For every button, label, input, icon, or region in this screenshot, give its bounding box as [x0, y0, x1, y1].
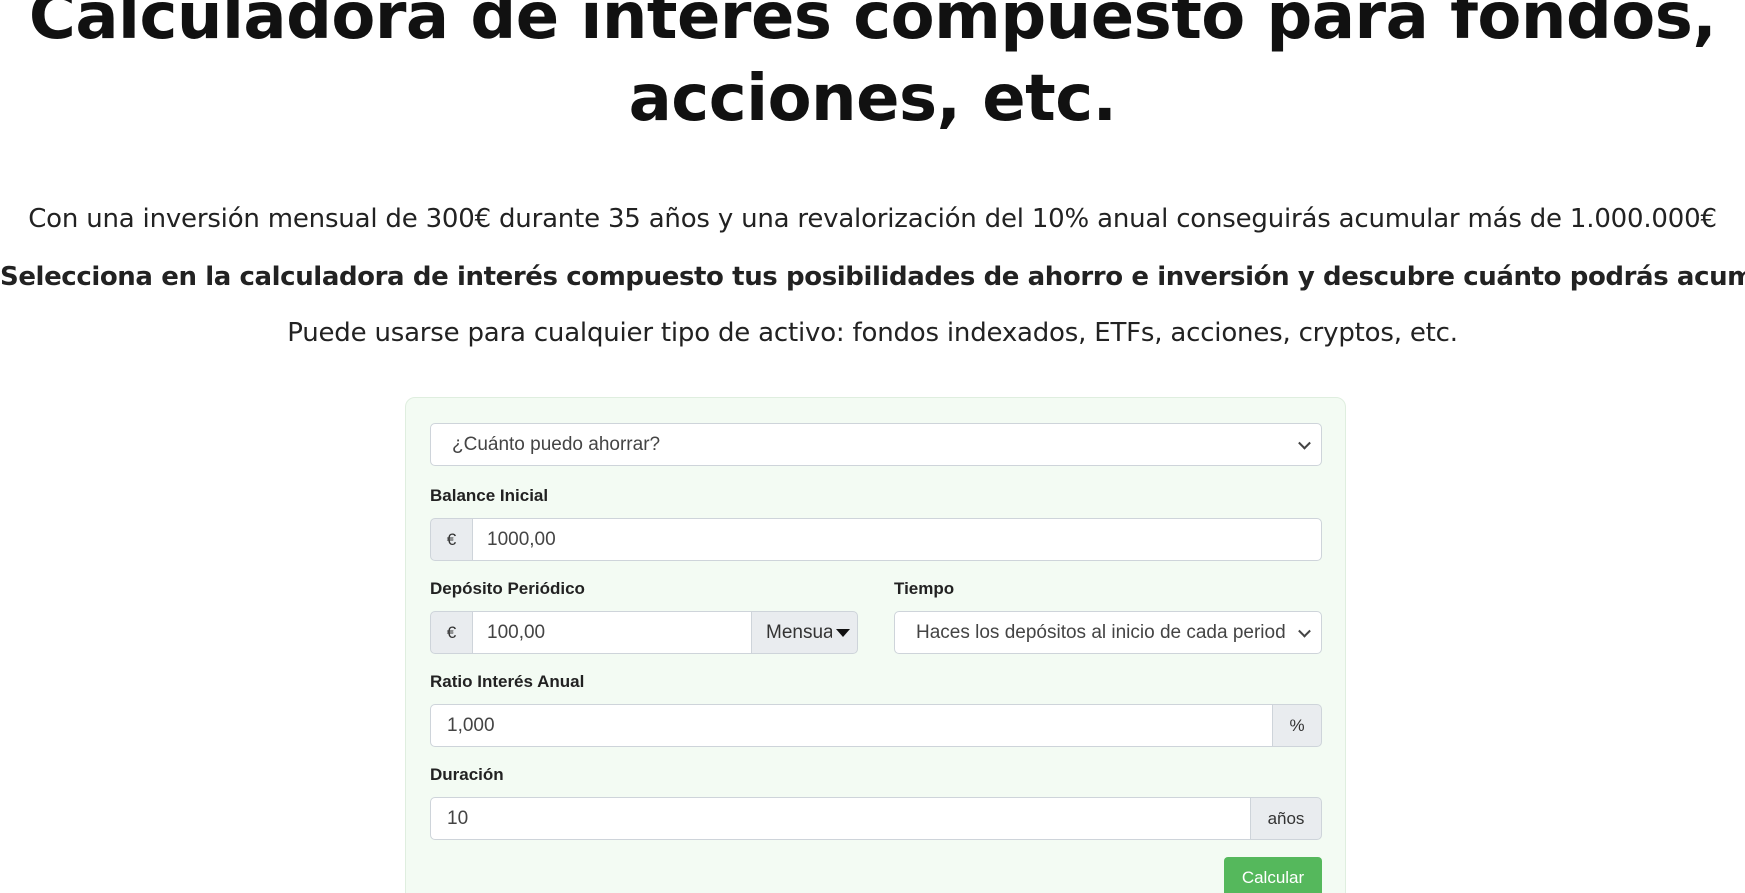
calculator-card: ¿Cuánto puedo ahorrar? Balance Inicial €…	[405, 397, 1346, 893]
periodic-deposit-label: Depósito Periódico	[430, 579, 585, 598]
caret-down-icon	[836, 628, 850, 637]
initial-balance-input[interactable]: 1000,00	[472, 518, 1322, 561]
annual-rate-label: Ratio Interés Anual	[430, 672, 585, 691]
deposit-timing-select[interactable]: Haces los depósitos al inicio de cada pe…	[894, 611, 1322, 654]
calculation-mode-select[interactable]: ¿Cuánto puedo ahorrar?	[430, 423, 1322, 466]
cta-text: Selecciona en la calculadora de interés …	[0, 262, 1745, 292]
percent-suffix: %	[1272, 704, 1322, 747]
deposit-timing-value: Haces los depósitos al inicio de cada pe…	[916, 621, 1286, 643]
timing-label: Tiempo	[894, 579, 955, 598]
deposit-frequency-dropdown[interactable]: Mensual	[751, 611, 858, 654]
euro-prefix: €	[430, 518, 473, 561]
deposit-frequency-value: Mensual	[766, 621, 832, 643]
euro-prefix: €	[430, 611, 473, 654]
annual-rate-input[interactable]: 1,000	[430, 704, 1273, 747]
chevron-down-icon	[1298, 624, 1311, 638]
intro-text: Con una inversión mensual de 300€ durant…	[28, 204, 1717, 234]
duration-input[interactable]: 10	[430, 797, 1251, 840]
scope-text: Puede usarse para cualquier tipo de acti…	[287, 318, 1458, 348]
calculate-button[interactable]: Calcular	[1224, 857, 1322, 893]
periodic-deposit-input[interactable]: 100,00	[472, 611, 752, 654]
page-title: Calculadora de interés compuesto para fo…	[28, 0, 1717, 136]
duration-label: Duración	[430, 765, 504, 784]
years-suffix: años	[1250, 797, 1322, 840]
calculation-mode-value: ¿Cuánto puedo ahorrar?	[452, 433, 661, 455]
chevron-down-icon	[1298, 436, 1311, 450]
initial-balance-label: Balance Inicial	[430, 486, 549, 505]
